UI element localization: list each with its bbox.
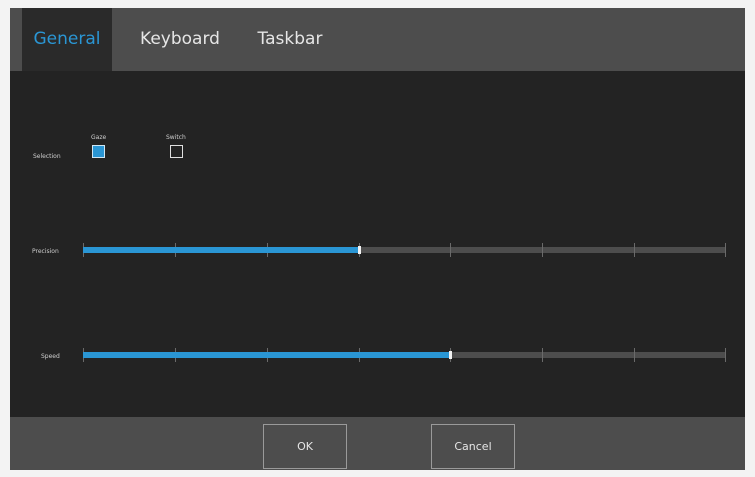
settings-window: General Keyboard Taskbar Selection Gaze … (10, 8, 745, 470)
precision-slider-tick (725, 243, 726, 257)
precision-label: Precision (32, 248, 59, 255)
precision-slider[interactable] (83, 243, 726, 257)
speed-slider[interactable] (83, 348, 726, 362)
precision-slider-fill (83, 247, 360, 253)
selection-label: Selection (33, 153, 61, 160)
precision-slider-tick (542, 243, 544, 257)
speed-label: Speed (41, 353, 60, 360)
speed-slider-thumb[interactable] (448, 351, 452, 359)
gaze-checkbox[interactable] (92, 145, 105, 158)
tab-general[interactable]: General (22, 8, 112, 71)
speed-slider-tick (634, 348, 636, 362)
tab-keyboard[interactable]: Keyboard (130, 8, 230, 71)
precision-slider-tick (634, 243, 636, 257)
switch-option-label: Switch (166, 134, 186, 141)
gaze-option-label: Gaze (91, 134, 107, 141)
ok-button[interactable]: OK (263, 424, 347, 469)
cancel-button[interactable]: Cancel (431, 424, 515, 469)
general-panel: Selection Gaze Switch Precision Speed (10, 71, 745, 417)
precision-slider-thumb[interactable] (358, 246, 362, 254)
dialog-footer: OK Cancel (10, 417, 745, 470)
switch-checkbox[interactable] (170, 145, 183, 158)
speed-slider-tick (725, 348, 726, 362)
tab-taskbar[interactable]: Taskbar (250, 8, 330, 71)
speed-slider-fill (83, 352, 450, 358)
speed-slider-tick (542, 348, 544, 362)
tab-bar: General Keyboard Taskbar (10, 8, 745, 71)
precision-slider-tick (450, 243, 452, 257)
